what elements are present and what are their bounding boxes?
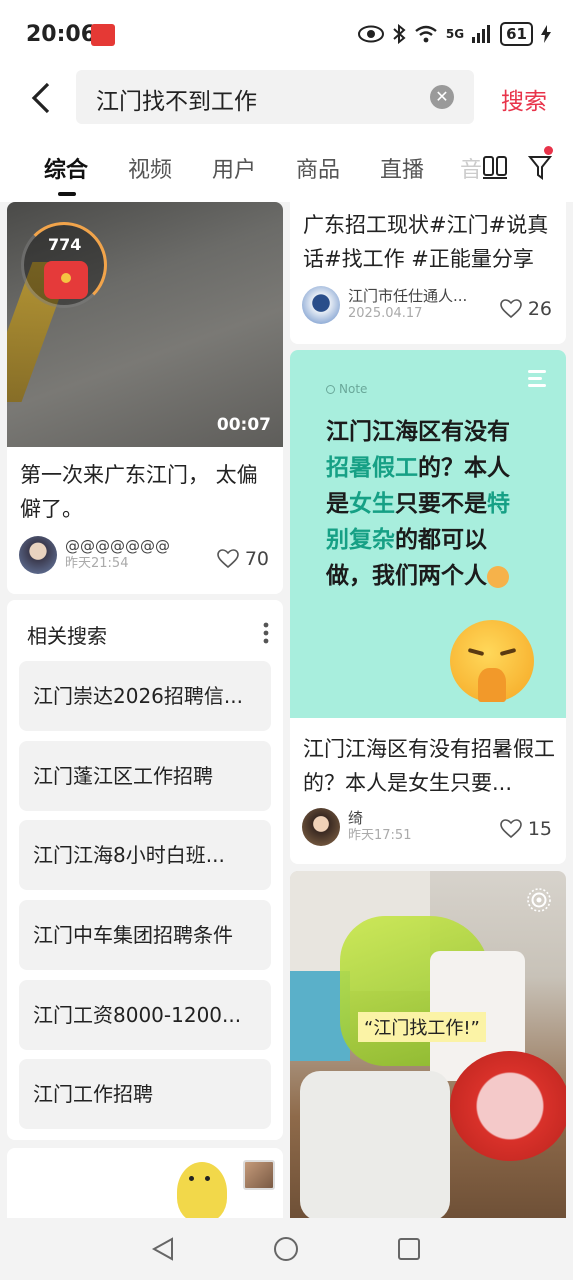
note-tag: Note bbox=[326, 382, 367, 396]
battery-indicator: 61 bbox=[500, 22, 533, 46]
tab-video[interactable]: 视频 bbox=[128, 152, 172, 184]
author-name: 江门市任仕通人... bbox=[348, 287, 468, 305]
related-search-item[interactable]: 江门中车集团招聘条件 bbox=[19, 900, 271, 970]
search-query-text[interactable]: 江门找不到工作 bbox=[96, 82, 257, 116]
related-search-item[interactable]: 江门工作招聘 bbox=[19, 1059, 271, 1129]
tab-more-faded[interactable]: 音 bbox=[460, 152, 482, 184]
note-card[interactable]: Note 江门江海区有没有 招暑假工的？本人 是女生只要不是特 别复杂的都可以 … bbox=[290, 350, 566, 864]
like-button[interactable]: 15 bbox=[500, 818, 552, 840]
status-icons: 5G 61 bbox=[357, 22, 551, 46]
tab-comprehensive[interactable]: 综合 bbox=[44, 152, 88, 184]
tab-live[interactable]: 直播 bbox=[380, 152, 424, 184]
related-searches-card: 相关搜索 江门崇达2026招聘信... 江门蓬江区工作招聘 江门江海8小时白班.… bbox=[7, 600, 283, 1140]
search-button[interactable]: 搜索 bbox=[501, 82, 547, 116]
hug-emoji bbox=[487, 565, 509, 588]
post-date: 昨天17:51 bbox=[348, 828, 412, 843]
heart-icon bbox=[500, 819, 522, 839]
related-search-item[interactable]: 江门江海8小时白班... bbox=[19, 820, 271, 890]
video-duration: 00:07 bbox=[216, 415, 271, 435]
layout-toggle-icon[interactable] bbox=[482, 154, 508, 180]
like-count: 70 bbox=[244, 548, 269, 570]
note-card-title[interactable]: 江门江海区有没有招暑假工的？本人是女生只要... bbox=[303, 732, 559, 800]
note-heading: 江门江海区有没有 招暑假工的？本人 是女生只要不是特 别复杂的都可以 做，我们两… bbox=[326, 419, 510, 589]
post-card[interactable]: 广东招工现状#江门#说真话#找工作 #正能量分享 江门市任仕通人... 2025… bbox=[290, 202, 566, 344]
related-search-item[interactable]: 江门崇达2026招聘信... bbox=[19, 661, 271, 731]
like-count: 26 bbox=[527, 298, 552, 320]
red-envelope-icon bbox=[44, 261, 88, 299]
post-date: 昨天21:54 bbox=[65, 556, 129, 571]
note-image[interactable]: Note 江门江海区有没有 招暑假工的？本人 是女生只要不是特 别复杂的都可以 … bbox=[290, 350, 566, 718]
filter-notification-dot bbox=[544, 146, 553, 155]
related-searches-title: 相关搜索 bbox=[27, 624, 107, 648]
reward-counter: 774 bbox=[48, 235, 82, 254]
back-arrow-icon[interactable] bbox=[28, 78, 58, 118]
like-count: 15 bbox=[527, 818, 552, 840]
charging-icon bbox=[541, 25, 551, 43]
search-header: 江门找不到工作 ✕ 搜索 bbox=[0, 70, 573, 132]
note-card-author[interactable]: 绮 昨天17:51 bbox=[302, 808, 411, 846]
video-thumbnail[interactable]: 774 00:07 bbox=[7, 202, 283, 447]
signal-icon bbox=[472, 25, 491, 43]
more-options-icon[interactable] bbox=[263, 622, 269, 644]
heart-icon bbox=[217, 549, 239, 569]
photo-caption: “江门找工作!” bbox=[358, 1012, 486, 1042]
system-navigation-bar bbox=[0, 1218, 573, 1280]
white-backpack bbox=[300, 1071, 450, 1221]
bluetooth-icon bbox=[393, 24, 406, 44]
red-basin bbox=[450, 1051, 566, 1161]
author-name: 绮 bbox=[348, 809, 364, 827]
active-tab-indicator bbox=[58, 192, 76, 196]
duck-sticker-image bbox=[177, 1162, 227, 1222]
video-card-author[interactable]: @@@@@@@ 昨天21:54 bbox=[19, 536, 170, 574]
live-photo-icon bbox=[527, 888, 551, 912]
reward-timer-ring[interactable]: 774 bbox=[21, 222, 107, 308]
pleading-emoji bbox=[450, 620, 534, 702]
nav-home-icon[interactable] bbox=[273, 1236, 299, 1262]
partial-card[interactable] bbox=[7, 1148, 283, 1223]
video-card[interactable]: 774 00:07 第一次来广东江门， 太偏僻了。 @@@@@@@ 昨天21:5… bbox=[7, 202, 283, 594]
photo-image[interactable]: “江门找工作!” bbox=[290, 871, 566, 1223]
related-search-item[interactable]: 江门蓬江区工作招聘 bbox=[19, 741, 271, 811]
thumbnail-image bbox=[243, 1160, 275, 1190]
photo-card[interactable]: “江门找工作!” bbox=[290, 871, 566, 1223]
nav-recents-icon[interactable] bbox=[396, 1236, 422, 1262]
tab-users[interactable]: 用户 bbox=[212, 152, 256, 184]
author-name: @@@@@@@ bbox=[65, 537, 170, 555]
status-bar: 20:06 5G 61 bbox=[0, 0, 573, 70]
filter-icon[interactable] bbox=[527, 152, 557, 182]
heart-icon bbox=[500, 299, 522, 319]
eye-icon bbox=[357, 25, 384, 43]
wifi-icon bbox=[415, 25, 437, 43]
post-card-title[interactable]: 广东招工现状#江门#说真话#找工作 #正能量分享 bbox=[303, 208, 559, 276]
network-type: 5G bbox=[445, 27, 465, 41]
post-card-author[interactable]: 江门市任仕通人... 2025.04.17 bbox=[302, 286, 467, 324]
filter-tabs: 综合 视频 用户 商品 直播 音 bbox=[0, 132, 573, 202]
avatar[interactable] bbox=[19, 536, 57, 574]
search-input[interactable]: 江门找不到工作 ✕ bbox=[76, 70, 474, 124]
nav-back-icon[interactable] bbox=[150, 1236, 176, 1262]
app-notification-icon bbox=[91, 24, 115, 46]
video-card-title[interactable]: 第一次来广东江门， 太偏僻了。 bbox=[20, 458, 276, 526]
avatar[interactable] bbox=[302, 286, 340, 324]
like-button[interactable]: 70 bbox=[217, 548, 269, 570]
avatar[interactable] bbox=[302, 808, 340, 846]
tab-products[interactable]: 商品 bbox=[296, 152, 340, 184]
like-button[interactable]: 26 bbox=[500, 298, 552, 320]
status-time: 20:06 bbox=[26, 22, 97, 47]
post-date: 2025.04.17 bbox=[348, 306, 423, 321]
clear-icon[interactable]: ✕ bbox=[430, 85, 454, 109]
menu-lines-icon bbox=[528, 370, 546, 387]
related-search-item[interactable]: 江门工资8000-1200... bbox=[19, 980, 271, 1050]
